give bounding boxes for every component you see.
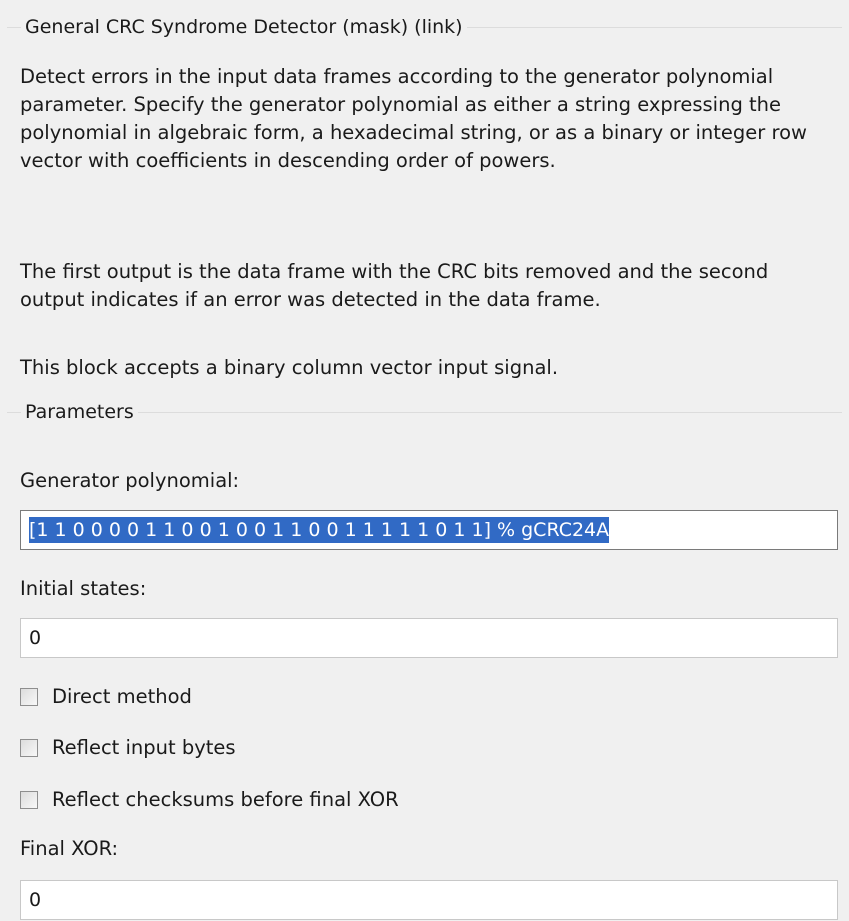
- description-paragraph-1: Detect errors in the input data frames a…: [20, 65, 807, 172]
- generator-polynomial-value: [1 1 0 0 0 0 1 1 0 0 1 0 0 1 1 0 0 1 1 1…: [29, 517, 610, 543]
- reflect-checksums-row[interactable]: Reflect checksums before final XOR: [20, 787, 399, 813]
- description-paragraph-3: This block accepts a binary column vecto…: [20, 356, 559, 379]
- direct-method-row[interactable]: Direct method: [20, 684, 192, 710]
- direct-method-checkbox[interactable]: [20, 688, 38, 706]
- description-paragraph-2: The first output is the data frame with …: [20, 260, 769, 311]
- final-xor-value: 0: [29, 889, 42, 911]
- initial-states-value: 0: [29, 627, 42, 649]
- generator-polynomial-input[interactable]: [1 1 0 0 0 0 1 1 0 0 1 0 0 1 1 0 0 1 1 1…: [20, 510, 838, 550]
- reflect-checksums-label: Reflect checksums before final XOR: [52, 788, 399, 811]
- block-title: General CRC Syndrome Detector (mask) (li…: [21, 14, 467, 40]
- reflect-input-bytes-row[interactable]: Reflect input bytes: [20, 735, 236, 761]
- initial-states-label: Initial states:: [20, 577, 147, 600]
- reflect-checksums-checkbox[interactable]: [20, 791, 38, 809]
- final-xor-input[interactable]: 0: [20, 880, 838, 920]
- generator-polynomial-label: Generator polynomial:: [20, 469, 240, 492]
- reflect-input-bytes-checkbox[interactable]: [20, 739, 38, 757]
- direct-method-label: Direct method: [52, 685, 192, 708]
- parameters-title: Parameters: [21, 399, 138, 425]
- initial-states-input[interactable]: 0: [20, 618, 838, 658]
- reflect-input-bytes-label: Reflect input bytes: [52, 736, 236, 759]
- final-xor-label: Final XOR:: [20, 837, 119, 860]
